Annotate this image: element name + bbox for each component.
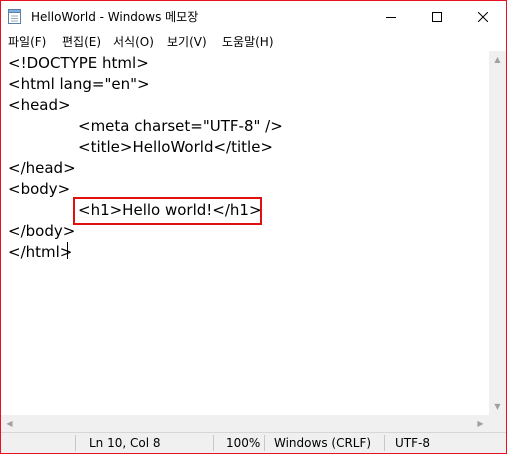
editor-line: <meta charset="UTF-8" /> [78,117,283,135]
text-editor[interactable]: <!DOCTYPE html> <html lang="en"> <head> … [1,51,489,415]
editor-line: <title>HelloWorld</title> [78,138,273,156]
scroll-right-icon[interactable]: ▶ [472,415,489,432]
menu-file[interactable]: 파일(F) [8,33,46,50]
editor-line: <html lang="en"> [8,75,150,93]
editor-line: </head> [8,159,76,177]
editor-line: <!DOCTYPE html> [8,54,149,72]
status-divider [75,435,76,451]
title-bar[interactable]: HelloWorld - Windows 메모장 [1,1,506,31]
close-icon [477,7,489,26]
editor-line: </body> [8,222,76,240]
vertical-scrollbar[interactable]: ▲ ▼ [489,51,506,415]
scrollbar-corner [489,415,506,432]
menu-help[interactable]: 도움말(H) [222,33,274,50]
highlight-box [73,197,262,225]
menu-format[interactable]: 서식(O) [113,33,154,50]
menu-bar: 파일(F) 편집(E) 서식(O) 보기(V) 도움말(H) [1,31,506,51]
status-encoding: UTF-8 [395,436,430,450]
menu-edit[interactable]: 편집(E) [62,33,101,50]
horizontal-scrollbar[interactable]: ◀ ▶ [1,415,489,432]
text-caret [67,242,68,259]
menu-view[interactable]: 보기(V) [167,33,207,50]
status-divider [213,435,214,451]
status-bar: Ln 10, Col 8 100% Windows (CRLF) UTF-8 [1,432,506,453]
window-title: HelloWorld - Windows 메모장 [31,10,199,24]
editor-line: <head> [8,96,71,114]
status-divider [384,435,385,451]
status-position: Ln 10, Col 8 [89,436,161,450]
close-button[interactable] [460,1,506,31]
status-line-ending: Windows (CRLF) [274,436,372,450]
minimize-button[interactable] [368,1,414,31]
editor-line: <body> [8,180,71,198]
maximize-button[interactable] [414,1,460,31]
scroll-up-icon[interactable]: ▲ [489,51,506,68]
status-divider [264,435,265,451]
maximize-icon [432,7,442,26]
notepad-window: HelloWorld - Windows 메모장 파일(F) 편집(E) 서식(… [0,0,507,454]
scroll-left-icon[interactable]: ◀ [1,415,18,432]
scroll-down-icon[interactable]: ▼ [489,398,506,415]
status-zoom: 100% [226,436,261,450]
minimize-icon [386,7,396,26]
editor-line: </html> [8,243,73,261]
notepad-icon [8,8,22,24]
